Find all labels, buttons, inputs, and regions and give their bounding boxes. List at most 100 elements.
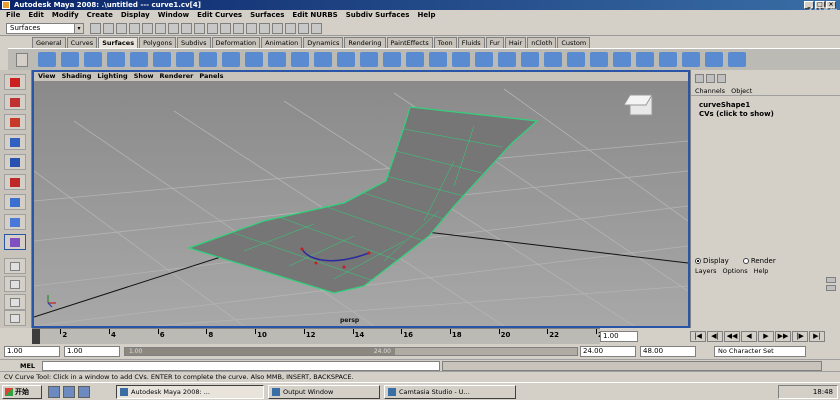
layout-two-panes[interactable]	[4, 294, 26, 310]
project-curve-icon[interactable]	[406, 52, 424, 67]
menu-edit-curves[interactable]: Edit Curves	[197, 10, 242, 21]
tab-rendering[interactable]: Rendering	[344, 37, 386, 48]
planar-icon[interactable]	[268, 52, 286, 67]
layers-menu-help[interactable]: Help	[754, 267, 769, 275]
start-time-field[interactable]: 1.00	[4, 346, 60, 357]
layout-single-pane[interactable]	[4, 258, 26, 274]
play-forwards-button[interactable]: ▶	[758, 331, 774, 342]
end-time-field[interactable]: 48.00	[640, 346, 696, 357]
start-button[interactable]: 开始	[2, 385, 42, 399]
current-time-marker[interactable]	[32, 329, 40, 345]
render-globals-icon[interactable]	[272, 23, 283, 34]
select-object-icon[interactable]	[142, 23, 153, 34]
menu-edit-nurbs[interactable]: Edit NURBS	[292, 10, 337, 21]
ipr-render-icon[interactable]	[259, 23, 270, 34]
shelf-menu-icon[interactable]	[16, 53, 28, 67]
snap-plane-icon[interactable]	[220, 23, 231, 34]
tab-polygons[interactable]: Polygons	[139, 37, 176, 48]
menu-help[interactable]: Help	[417, 10, 435, 21]
loft-icon[interactable]	[245, 52, 263, 67]
snap-grid-icon[interactable]	[181, 23, 192, 34]
nurbs-cone-icon[interactable]	[107, 52, 125, 67]
step-back-key-button[interactable]: ◀◀	[724, 331, 740, 342]
nurbs-square-icon[interactable]	[199, 52, 217, 67]
tab-custom[interactable]: Custom	[557, 37, 591, 48]
perspective-viewport[interactable]: persp	[34, 81, 688, 326]
reverse-direction-icon[interactable]	[705, 52, 723, 67]
nurbs-plane-icon[interactable]	[130, 52, 148, 67]
current-time-field[interactable]: 1.00	[600, 331, 638, 342]
menu-subdiv-surfaces[interactable]: Subdiv Surfaces	[346, 10, 410, 21]
toggle-tool-settings-icon[interactable]	[311, 23, 322, 34]
nurbs-sphere-icon[interactable]	[38, 52, 56, 67]
vp-menu-view[interactable]: View	[38, 72, 56, 81]
menu-edit[interactable]: Edit	[28, 10, 44, 21]
step-forward-button[interactable]: |▶	[792, 331, 808, 342]
menu-set-dropdown[interactable]: Surfaces ▾	[6, 23, 84, 34]
extrude-icon[interactable]	[291, 52, 309, 67]
taskbar-maya[interactable]: Autodesk Maya 2008: ...	[116, 385, 264, 399]
quick-launch-desktop-icon[interactable]	[48, 386, 60, 398]
layers-menu-layers[interactable]: Layers	[695, 267, 717, 275]
offset-surface-icon[interactable]	[613, 52, 631, 67]
vp-menu-panels[interactable]: Panels	[199, 72, 223, 81]
cb-menu-object[interactable]: Object	[731, 87, 752, 95]
vp-menu-renderer[interactable]: Renderer	[159, 72, 193, 81]
insert-isoparm-icon[interactable]	[567, 52, 585, 67]
sculpt-surface-icon[interactable]	[636, 52, 654, 67]
taskbar-camtasia[interactable]: Camtasia Studio - U...	[384, 385, 516, 399]
render-layer-radio[interactable]: Render	[742, 257, 776, 265]
tab-curves[interactable]: Curves	[66, 37, 98, 48]
birail-icon[interactable]	[314, 52, 332, 67]
tab-dynamics[interactable]: Dynamics	[303, 37, 344, 48]
manipulator-tool[interactable]	[4, 194, 26, 210]
vp-menu-shading[interactable]: Shading	[62, 72, 92, 81]
tab-general[interactable]: General	[32, 37, 66, 48]
nurbs-circle-icon[interactable]	[176, 52, 194, 67]
detach-surfaces-icon[interactable]	[521, 52, 539, 67]
show-layer-editor-icon[interactable]	[706, 74, 715, 83]
step-forward-key-button[interactable]: ▶▶	[775, 331, 791, 342]
nurbs-cylinder-icon[interactable]	[84, 52, 102, 67]
snap-curve-icon[interactable]	[194, 23, 205, 34]
tab-fluids[interactable]: Fluids	[457, 37, 485, 48]
nurbs-torus-icon[interactable]	[153, 52, 171, 67]
lasso-tool[interactable]	[4, 94, 26, 110]
playback-end-field[interactable]: 24.00	[580, 346, 636, 357]
quick-launch-media-icon[interactable]	[78, 386, 90, 398]
menu-modify[interactable]: Modify	[52, 10, 79, 21]
boundary-icon[interactable]	[337, 52, 355, 67]
vp-menu-lighting[interactable]: Lighting	[97, 72, 127, 81]
show-channel-box-icon[interactable]	[695, 74, 704, 83]
scale-tool[interactable]	[4, 174, 26, 190]
playback-start-field[interactable]: 1.00	[64, 346, 120, 357]
pick-mask-icon[interactable]	[168, 23, 179, 34]
select-tool[interactable]	[4, 74, 26, 90]
untrim-icon[interactable]	[475, 52, 493, 67]
select-component-icon[interactable]	[155, 23, 166, 34]
nurbs-cube-icon[interactable]	[61, 52, 79, 67]
save-scene-icon[interactable]	[116, 23, 127, 34]
rebuild-surface-icon[interactable]	[544, 52, 562, 67]
new-scene-icon[interactable]	[90, 23, 101, 34]
toggle-attribute-editor-icon[interactable]	[298, 23, 309, 34]
cv-curve-tool[interactable]	[4, 234, 26, 250]
tab-toon[interactable]: Toon	[433, 37, 457, 48]
tab-subdivs[interactable]: Subdivs	[177, 37, 211, 48]
go-to-start-button[interactable]: |◀	[690, 331, 706, 342]
move-tool[interactable]	[4, 134, 26, 150]
square-surface-icon[interactable]	[360, 52, 378, 67]
snap-point-icon[interactable]	[207, 23, 218, 34]
new-layer-selected-icon[interactable]	[826, 285, 836, 291]
show-both-icon[interactable]	[717, 74, 726, 83]
mel-label[interactable]: MEL	[20, 362, 35, 370]
rotate-tool[interactable]	[4, 154, 26, 170]
tab-fur[interactable]: Fur	[485, 37, 504, 48]
construction-history-icon[interactable]	[233, 23, 244, 34]
layout-outliner-persp[interactable]	[4, 310, 26, 326]
cvs-attribute[interactable]: CVs (click to show)	[699, 110, 774, 118]
tab-animation[interactable]: Animation	[261, 37, 303, 48]
cb-menu-channels[interactable]: Channels	[695, 87, 725, 95]
selected-node-name[interactable]: curveShape1	[699, 101, 750, 109]
soft-mod-tool[interactable]	[4, 214, 26, 230]
